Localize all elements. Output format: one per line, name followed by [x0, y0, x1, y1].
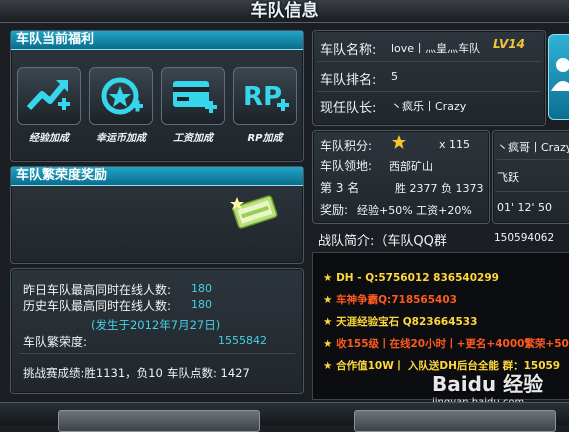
yesterday-online-label: 昨日车队最高同时在线人数: [23, 283, 172, 297]
team-points-label: 车队积分: [320, 139, 373, 153]
rp-plus-icon[interactable]: RP [233, 67, 297, 125]
star-bullet-icon: ★ [323, 272, 333, 284]
challenge-record: 挑战赛成绩:胜1131，负10 [23, 366, 163, 380]
intro-line-2: ★ 车神争霸Q:718565403 [323, 291, 457, 310]
benefit-salary[interactable]: 工资加成 [161, 67, 225, 144]
xp-boost-icon[interactable] [17, 67, 81, 125]
place-text: 第 3 名 [320, 181, 360, 195]
side-action-button[interactable] [548, 34, 569, 120]
benefit-salary-label: 工资加成 [173, 133, 213, 144]
benefit-lucky-label: 幸运币加成 [96, 133, 146, 144]
star-icon [391, 134, 407, 154]
benefit-rp-label: RP加成 [247, 133, 283, 144]
intro-line-3-text: 天涯经验宝石 Q823664533 [336, 316, 478, 328]
benefit-xp-label: 经验加成 [29, 133, 69, 144]
benefit-rp[interactable]: RP RP加成 [233, 67, 297, 144]
intro-line-4-text: 收155级丨在线20小时丨+更名+4000繁荣+50 [336, 338, 569, 350]
benefits-panel: 车队当前福利 经验加成 幸运币加成 工资加成 RP RP加成 [10, 30, 304, 162]
intro-line-4: ★ 收155级丨在线20小时丨+更名+4000繁荣+50 [323, 335, 569, 354]
intro-line-3: ★ 天涯经验宝石 Q823664533 [323, 313, 477, 332]
prosperity-label: 车队繁荣度: [23, 335, 88, 349]
territory-label: 车队领地: [320, 159, 373, 173]
team-captain-value: 丶疯乐丨Crazy [391, 100, 467, 113]
prosperity-reward-header: 车队繁荣度奖励 [11, 167, 303, 186]
team-name-label: 车队名称: [320, 43, 377, 58]
bottom-button-left[interactable] [58, 410, 260, 432]
captain-side-panel: 丶疯哥丨Crazy 飞跃 01' 12' 50 [492, 130, 569, 224]
star-bullet-icon: ★ [323, 316, 333, 328]
team-name-value: love丨灬皇灬车队 [391, 42, 481, 55]
yesterday-online-value: 180 [191, 282, 212, 295]
team-rank-value: 5 [391, 70, 398, 83]
intro-qq: 150594062 [494, 232, 555, 244]
benefit-lucky[interactable]: 幸运币加成 [89, 67, 153, 144]
team-captain-label: 现任队长: [320, 101, 377, 116]
record-date-note: (发生于2012年7月27日) [91, 318, 221, 332]
window-title: 车队信息 [250, 1, 319, 21]
side-time-value: 01' 12' 50 [497, 201, 553, 214]
history-online-label: 历史车队最高同时在线人数: [23, 299, 172, 313]
lucky-coin-icon[interactable] [89, 67, 153, 125]
intro-line-1: ★ DH - Q:5756012 836540299 [323, 269, 499, 288]
reward-label: 奖励: [320, 203, 349, 217]
benefits-header: 车队当前福利 [11, 31, 303, 50]
side-captain-name: 丶疯哥丨Crazy [497, 141, 569, 154]
prosperity-value: 1555842 [218, 334, 267, 347]
team-rank-label: 车队排名: [320, 73, 377, 88]
team-score-panel: 车队积分: x 115 车队领地: 西部矿山 第 3 名 胜 2377 负 13… [312, 130, 490, 224]
info-divider-1 [317, 61, 541, 62]
stats-divider [19, 353, 295, 354]
reward-value: 经验+50% 工资+20% [357, 204, 472, 217]
territory-value: 西部矿山 [389, 160, 433, 173]
side-divider-1 [495, 159, 569, 160]
person-icon [551, 58, 569, 91]
watermark-text: Baidu 经验 [432, 372, 544, 396]
team-info-panel: 车队名称: love丨灬皇灬车队 LV14 车队排名: 5 现任队长: 丶疯乐丨… [312, 30, 546, 126]
team-points-value: x 115 [439, 138, 471, 151]
loss-text: 负 1373 [441, 182, 484, 195]
team-points-text: 车队点数: 1427 [167, 366, 250, 380]
team-level-badge: LV14 [493, 37, 525, 51]
window-titlebar: 车队信息 [0, 0, 569, 23]
history-online-value: 180 [191, 298, 212, 311]
reward-ticket-icon[interactable] [227, 191, 283, 237]
star-bullet-icon: ★ [323, 294, 333, 306]
benefit-xp[interactable]: 经验加成 [17, 67, 81, 144]
intro-label: 战队简介:（车队QQ群 [318, 234, 447, 249]
bottom-button-right[interactable] [354, 410, 556, 432]
salary-card-icon[interactable] [161, 67, 225, 125]
side-fly-label: 飞跃 [497, 171, 519, 184]
stats-panel: 昨日车队最高同时在线人数: 180 历史车队最高同时在线人数: 180 (发生于… [10, 268, 304, 394]
intro-line-1-text: DH - Q:5756012 836540299 [336, 272, 499, 284]
info-divider-2 [317, 91, 541, 92]
star-bullet-icon: ★ [323, 360, 333, 372]
star-bullet-icon: ★ [323, 338, 333, 350]
svg-text:RP: RP [243, 82, 282, 112]
side-divider-2 [495, 191, 569, 192]
intro-line-2-text: 车神争霸Q:718565403 [336, 294, 457, 306]
prosperity-reward-panel: 车队繁荣度奖励 [10, 166, 304, 264]
win-text: 胜 2377 [395, 182, 438, 195]
